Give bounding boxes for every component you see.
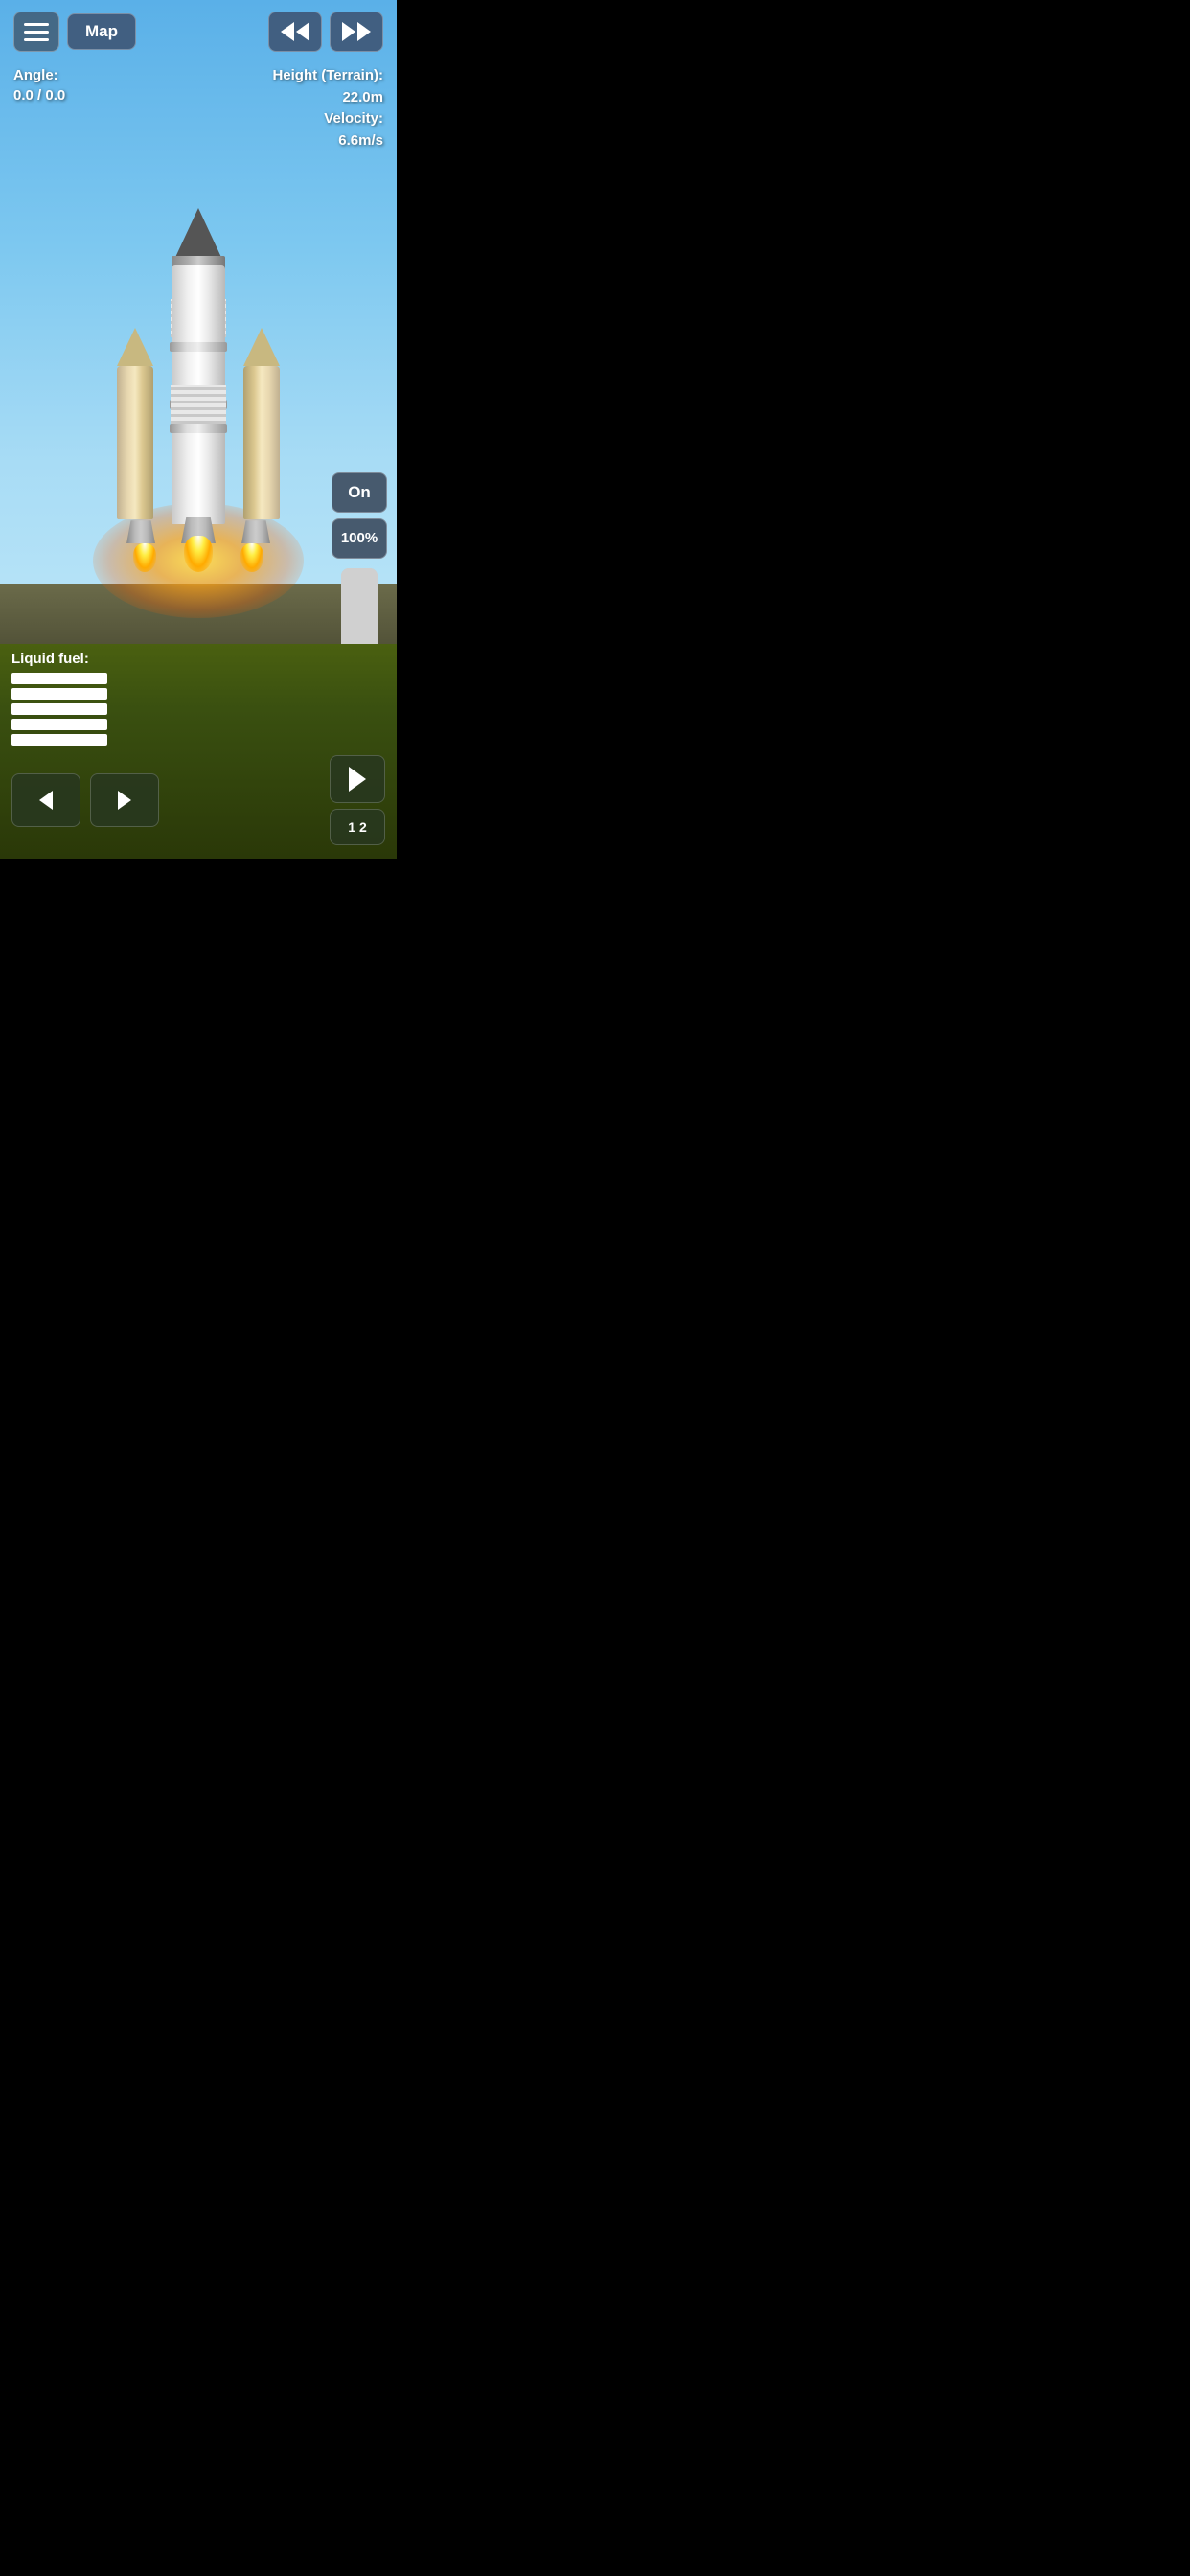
nav-arrows	[11, 773, 159, 827]
flame-right	[240, 543, 263, 572]
arrow-left-icon	[39, 791, 53, 810]
stages-button[interactable]: 1 2	[330, 809, 385, 845]
rewind-button[interactable]	[268, 12, 322, 52]
stats-left: Angle: 0.0 / 0.0	[13, 65, 65, 105]
arrow-left-1	[281, 22, 294, 41]
hamburger-icon	[24, 38, 49, 41]
booster-left	[117, 366, 153, 519]
fuel-label: Liquid fuel:	[11, 651, 385, 667]
top-right-buttons	[268, 12, 383, 52]
nav-right-button[interactable]	[90, 773, 159, 827]
velocity-value: 6.6m/s	[272, 130, 383, 152]
fast-forward-button[interactable]	[330, 12, 383, 52]
rewind-icon	[281, 22, 309, 41]
right-bottom-controls: 1 2	[330, 755, 385, 845]
flame-center	[184, 536, 213, 572]
arrow-right-icon	[118, 791, 131, 810]
fast-forward-icon	[342, 22, 371, 41]
stage-1-label: 1	[348, 819, 355, 835]
height-value: 22.0m	[272, 87, 383, 109]
bottom-buttons: 1 2	[11, 755, 385, 845]
fuel-bar-5	[11, 734, 107, 746]
fuel-bars	[11, 673, 385, 746]
game-container: Map Angle: 0.0 / 0.0 Height (Terrain): 2…	[0, 0, 397, 859]
nav-left-button[interactable]	[11, 773, 80, 827]
flame-left	[133, 543, 156, 572]
booster-nose-left	[117, 328, 153, 366]
booster-right	[243, 366, 280, 519]
rocket-ribs-middle	[171, 385, 226, 424]
engine-right	[241, 520, 270, 543]
play-button[interactable]	[330, 755, 385, 803]
hamburger-icon	[24, 31, 49, 34]
fuel-bar-4	[11, 719, 107, 730]
height-label: Height (Terrain):	[272, 65, 383, 87]
engine-left	[126, 520, 155, 543]
rocket-ring-1	[170, 342, 227, 352]
play-icon	[349, 767, 366, 792]
angle-value: 0.0 / 0.0	[13, 85, 65, 105]
map-button[interactable]: Map	[67, 13, 136, 50]
arrow-left-2	[296, 22, 309, 41]
throttle-percent-button[interactable]: 100%	[332, 518, 387, 559]
menu-button[interactable]	[13, 12, 59, 52]
arrow-right-2	[357, 22, 371, 41]
fuel-bar-3	[11, 703, 107, 715]
rocket	[122, 237, 275, 601]
stats-right: Height (Terrain): 22.0m Velocity: 6.6m/s	[272, 65, 383, 151]
stage-2-label: 2	[359, 819, 367, 835]
top-left-controls: Map	[13, 12, 136, 52]
fuel-bar-1	[11, 673, 107, 684]
angle-label: Angle:	[13, 65, 65, 85]
bottom-bar: Liquid fuel: 1	[0, 644, 397, 859]
hamburger-icon	[24, 23, 49, 26]
top-bar: Map	[0, 0, 397, 63]
rocket-ring-3	[170, 424, 227, 433]
fuel-bar-2	[11, 688, 107, 700]
velocity-label: Velocity:	[272, 108, 383, 130]
arrow-right-1	[342, 22, 355, 41]
engine-on-button[interactable]: On	[332, 472, 387, 513]
booster-nose-right	[243, 328, 280, 366]
